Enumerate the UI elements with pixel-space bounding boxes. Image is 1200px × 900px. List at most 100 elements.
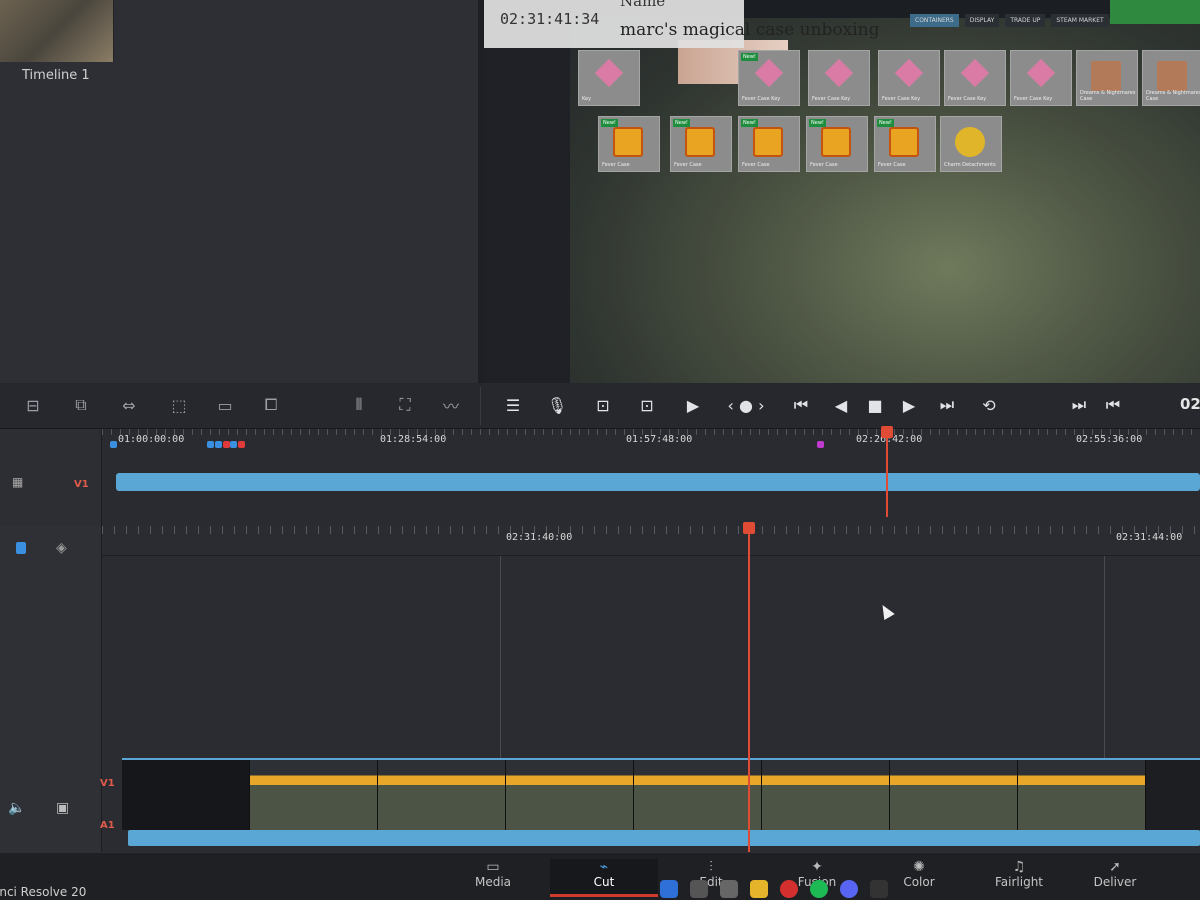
viewer: CONTAINERS DISPLAY TRADE UP STEAM MARKET…	[484, 0, 1200, 383]
case-icon	[821, 127, 851, 157]
case-icon	[753, 127, 783, 157]
timecode-name-overlay: 02:31:41:34 Name marc's magical case unb…	[484, 0, 880, 48]
clip-frame	[1018, 760, 1146, 830]
overlay-title: marc's magical case unboxing	[620, 20, 880, 40]
inventory-item: New! Fever Case	[806, 116, 868, 172]
case-icon	[889, 127, 919, 157]
playhead[interactable]	[748, 526, 750, 852]
zoom-icon[interactable]: ⛶	[392, 393, 418, 417]
folder-icon[interactable]	[750, 880, 768, 898]
timeline-marker[interactable]	[817, 441, 824, 448]
edit-icon: ⫶	[709, 859, 713, 875]
clip-frame	[506, 760, 634, 830]
track-label-a1: A1	[100, 820, 115, 831]
key-icon	[960, 58, 990, 88]
ruler-label: 01:57:48:00	[626, 434, 693, 445]
timecode-display: 02:	[1180, 395, 1200, 413]
lower-timeline[interactable]: ◈ 🔈 ▣ 02:31:40:00 02:31:44:00 V1 A1	[0, 522, 1200, 852]
discord-icon[interactable]	[840, 880, 858, 898]
close-up-icon[interactable]: ▭	[212, 393, 238, 417]
inventory-item: Dreams & Nightmares Case	[1142, 50, 1200, 106]
play-icon[interactable]: ▶	[896, 393, 922, 417]
timeline-marker[interactable]	[207, 441, 214, 448]
inventory-item: Fever Case Key	[944, 50, 1006, 106]
video-clip-strip[interactable]	[116, 473, 1200, 491]
prev-edit-icon[interactable]: ⏮	[1100, 393, 1126, 417]
track-label-v1: V1	[100, 778, 115, 789]
smart-insert-icon[interactable]: ⧉	[68, 393, 94, 417]
task-view-icon[interactable]	[720, 880, 738, 898]
video-clip[interactable]	[122, 758, 1200, 830]
timeline-thumbnail-label: Timeline 1	[22, 68, 90, 83]
loop-icon[interactable]: ⟲	[976, 393, 1002, 417]
key-icon	[894, 58, 924, 88]
audio-waveform-icon[interactable]: 〰	[438, 393, 464, 417]
os-taskbar	[660, 880, 980, 900]
page-fairlight-button[interactable]: ♫ Fairlight	[974, 859, 1064, 889]
page-cut-button[interactable]: ⌁ Cut	[550, 859, 658, 897]
go-to-start-icon[interactable]: ⏮	[788, 393, 814, 417]
clip-frame	[890, 760, 1018, 830]
film-strip-icon[interactable]: ▦	[12, 475, 23, 489]
go-to-end-icon[interactable]: ⏭	[934, 393, 960, 417]
voiceover-icon[interactable]: 🎙	[544, 393, 570, 417]
fusion-icon: ✦	[811, 859, 823, 875]
inventory-item: New! Fever Case	[598, 116, 660, 172]
ruler-label: 02:31:40:00	[506, 532, 573, 543]
mark-icon[interactable]: ‹ ● ›	[720, 393, 772, 417]
marker-icon[interactable]	[16, 542, 26, 554]
overlay-timecode: 02:31:41:34	[500, 10, 600, 28]
audio-clip[interactable]	[128, 830, 1200, 846]
spotify-icon[interactable]	[810, 880, 828, 898]
stop-icon[interactable]: ■	[862, 393, 888, 417]
case-icon	[1091, 61, 1121, 91]
game-tab: TRADE UP	[1005, 14, 1046, 27]
next-edit-icon[interactable]: ⏭	[1066, 393, 1092, 417]
play-reverse-icon[interactable]: ◀	[828, 393, 854, 417]
timeline-marker[interactable]	[230, 441, 237, 448]
davinci-resolve-icon[interactable]	[870, 880, 888, 898]
start-icon[interactable]	[660, 880, 678, 898]
inventory-item: Charm Detachments	[940, 116, 1002, 172]
fast-review-icon[interactable]: ▶	[680, 393, 706, 417]
split-icon[interactable]: ⫴	[346, 393, 372, 417]
timeline-marker[interactable]	[223, 441, 230, 448]
ripple-overwrite-icon[interactable]: ⬚	[166, 393, 192, 417]
poi-icon[interactable]: ⊡	[590, 393, 616, 417]
key-icon	[594, 58, 624, 88]
opera-icon[interactable]	[780, 880, 798, 898]
timeline-marker[interactable]	[238, 441, 245, 448]
place-on-top-icon[interactable]: ⧠	[258, 393, 284, 417]
snap-icon[interactable]: ◈	[56, 540, 67, 556]
search-icon[interactable]	[690, 880, 708, 898]
inventory-item: New! Fever Case Key	[738, 50, 800, 106]
lower-ruler[interactable]	[102, 526, 1200, 556]
speaker-icon[interactable]: 🔈	[8, 800, 25, 816]
key-icon	[824, 58, 854, 88]
clip-frame	[634, 760, 762, 830]
sync-clips-icon[interactable]: ⊟	[20, 393, 46, 417]
inventory-item: Fever Case Key	[808, 50, 870, 106]
inventory-item: Fever Case Key	[878, 50, 940, 106]
film-icon[interactable]: ▣	[56, 800, 69, 816]
case-icon	[613, 127, 643, 157]
timeline-marker[interactable]	[215, 441, 222, 448]
page-deliver-button[interactable]: ➚ Deliver	[1070, 859, 1160, 889]
case-icon	[1157, 61, 1187, 91]
inventory-item: Dreams & Nightmares Case	[1076, 50, 1138, 106]
tools-icon[interactable]: ☰	[500, 393, 526, 417]
upper-track-header: ▦	[0, 429, 102, 526]
page-navigation: inci Resolve 20 ▭Media ⌁Cut ⫶Edit ✦Fusio…	[0, 852, 1200, 900]
playhead[interactable]	[886, 429, 888, 517]
timeline-marker[interactable]	[110, 441, 117, 448]
game-tabs: CONTAINERS DISPLAY TRADE UP STEAM MARKET	[910, 14, 1109, 27]
timeline-thumbnail[interactable]	[0, 0, 114, 62]
upper-timeline[interactable]: ▦ 01:00:00:00 01:28:54:00 01:57:48:00 02…	[0, 426, 1200, 526]
key-icon	[1026, 58, 1056, 88]
key-icon	[754, 58, 784, 88]
poi-icon[interactable]: ⊡	[634, 393, 660, 417]
page-media-button[interactable]: ▭ Media	[448, 859, 538, 889]
append-icon[interactable]: ⇔	[116, 393, 142, 417]
inventory-item: New! Fever Case	[738, 116, 800, 172]
game-tab: DISPLAY	[964, 14, 1000, 27]
